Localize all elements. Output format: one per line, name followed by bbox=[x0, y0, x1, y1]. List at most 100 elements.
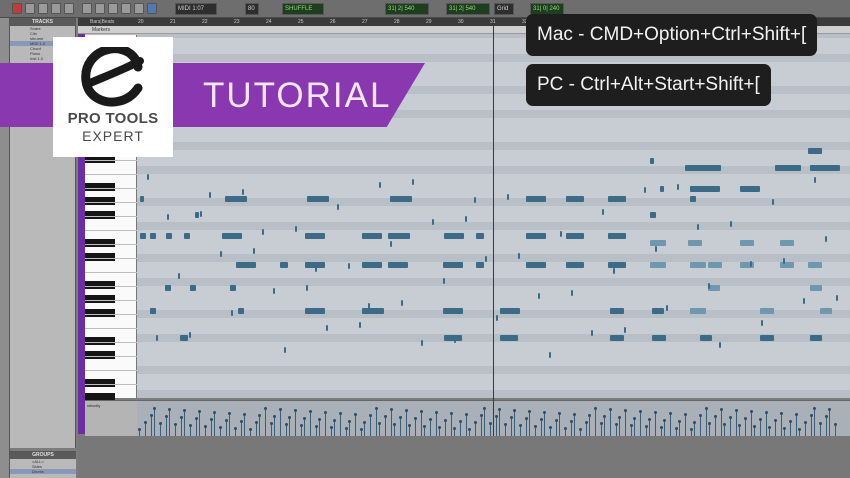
midi-note[interactable] bbox=[326, 325, 328, 331]
midi-note[interactable] bbox=[432, 219, 434, 225]
velocity-stalk[interactable] bbox=[588, 414, 591, 437]
midi-note[interactable] bbox=[810, 335, 822, 341]
midi-note[interactable] bbox=[305, 233, 325, 239]
midi-note[interactable] bbox=[608, 233, 626, 239]
midi-note[interactable] bbox=[140, 233, 146, 239]
velocity-stalk[interactable] bbox=[780, 412, 783, 437]
midi-note[interactable] bbox=[760, 308, 774, 314]
velocity-stalk[interactable] bbox=[819, 422, 822, 437]
midi-track-field[interactable]: MIDI 1:07 bbox=[175, 3, 217, 15]
midi-note[interactable] bbox=[189, 332, 191, 338]
velocity-stalk[interactable] bbox=[810, 414, 813, 437]
midi-note[interactable] bbox=[476, 262, 484, 268]
velocity-stalk[interactable] bbox=[603, 415, 606, 437]
midi-note[interactable] bbox=[526, 233, 546, 239]
midi-note[interactable] bbox=[526, 196, 546, 202]
velocity-stalk[interactable] bbox=[495, 415, 498, 437]
midi-note[interactable] bbox=[178, 273, 180, 279]
midi-note[interactable] bbox=[280, 262, 288, 268]
velocity-stalk[interactable] bbox=[324, 411, 327, 437]
midi-note[interactable] bbox=[677, 184, 679, 190]
velocity-stalk[interactable] bbox=[489, 422, 492, 437]
velocity-stalk[interactable] bbox=[594, 407, 597, 437]
midi-note[interactable] bbox=[253, 248, 255, 254]
midi-note[interactable] bbox=[180, 335, 188, 341]
velocity-stalk[interactable] bbox=[618, 416, 621, 437]
velocity-stalk[interactable] bbox=[450, 412, 453, 437]
midi-note[interactable] bbox=[690, 186, 720, 192]
midi-note[interactable] bbox=[443, 278, 445, 284]
velocity-stalk[interactable] bbox=[525, 417, 528, 437]
midi-note[interactable] bbox=[421, 340, 423, 346]
midi-note[interactable] bbox=[740, 186, 760, 192]
midi-note[interactable] bbox=[401, 300, 403, 306]
velocity-stalk[interactable] bbox=[399, 416, 402, 437]
velocity-stalk[interactable] bbox=[228, 412, 231, 437]
velocity-stalk[interactable] bbox=[465, 413, 468, 437]
midi-note[interactable] bbox=[140, 196, 144, 202]
velocity-stalk[interactable] bbox=[279, 408, 282, 437]
velocity-stalk[interactable] bbox=[828, 408, 831, 437]
velocity-stalk[interactable] bbox=[459, 420, 462, 437]
midi-note[interactable] bbox=[730, 221, 732, 227]
midi-note[interactable] bbox=[652, 335, 666, 341]
velocity-stalk[interactable] bbox=[585, 421, 588, 437]
velocity-stalk[interactable] bbox=[255, 421, 258, 437]
midi-note[interactable] bbox=[225, 196, 247, 202]
midi-note[interactable] bbox=[388, 233, 410, 239]
midi-note[interactable] bbox=[719, 342, 721, 348]
velocity-stalk[interactable] bbox=[273, 415, 276, 437]
velocity-stalk[interactable] bbox=[510, 416, 513, 437]
velocity-stalk[interactable] bbox=[528, 410, 531, 437]
midi-note[interactable] bbox=[820, 308, 832, 314]
midi-note[interactable] bbox=[650, 262, 666, 268]
midi-note[interactable] bbox=[315, 266, 317, 272]
velocity-stalk[interactable] bbox=[210, 418, 213, 437]
midi-note[interactable] bbox=[526, 262, 546, 268]
midi-note[interactable] bbox=[783, 258, 785, 264]
midi-note[interactable] bbox=[836, 295, 838, 301]
midi-note[interactable] bbox=[690, 196, 696, 202]
velocity-stalk[interactable] bbox=[318, 418, 321, 437]
midi-note[interactable] bbox=[305, 308, 325, 314]
velocity-stalk[interactable] bbox=[693, 421, 696, 437]
midi-note[interactable] bbox=[166, 233, 172, 239]
midi-note[interactable] bbox=[761, 320, 763, 326]
midi-note[interactable] bbox=[165, 285, 171, 291]
midi-note[interactable] bbox=[362, 233, 382, 239]
velocity-stalk[interactable] bbox=[678, 420, 681, 437]
velocity-stalk[interactable] bbox=[663, 419, 666, 437]
velocity-stalk[interactable] bbox=[198, 410, 201, 437]
midi-note[interactable] bbox=[566, 262, 584, 268]
midi-note[interactable] bbox=[150, 233, 156, 239]
midi-note[interactable] bbox=[775, 165, 801, 171]
midi-note[interactable] bbox=[147, 174, 149, 180]
mode-button-2[interactable] bbox=[38, 3, 48, 14]
midi-note[interactable] bbox=[690, 262, 706, 268]
velocity-stalk[interactable] bbox=[405, 409, 408, 437]
midi-note[interactable] bbox=[825, 236, 827, 242]
black-key[interactable] bbox=[85, 197, 115, 205]
mode-button-3[interactable] bbox=[51, 3, 61, 14]
midi-note[interactable] bbox=[708, 262, 722, 268]
main-counter[interactable]: 31| 2| 540 bbox=[385, 3, 429, 15]
shuffle-field[interactable]: SHUFFLE bbox=[282, 3, 324, 15]
midi-note[interactable] bbox=[549, 352, 551, 358]
midi-note[interactable] bbox=[780, 240, 794, 246]
selector-tool-button[interactable] bbox=[108, 3, 118, 14]
velocity-stalk[interactable] bbox=[375, 407, 378, 437]
velocity-stalk[interactable] bbox=[759, 418, 762, 437]
velocity-stalk[interactable] bbox=[420, 410, 423, 437]
velocity-stalk[interactable] bbox=[498, 408, 501, 437]
midi-note[interactable] bbox=[306, 285, 308, 291]
velocity-stalk[interactable] bbox=[744, 417, 747, 437]
velocity-stalk[interactable] bbox=[714, 415, 717, 437]
midi-note[interactable] bbox=[307, 196, 329, 202]
midi-note[interactable] bbox=[760, 335, 774, 341]
velocity-stalk[interactable] bbox=[795, 413, 798, 437]
velocity-stalk[interactable] bbox=[669, 412, 672, 437]
pencil-tool-button[interactable] bbox=[147, 3, 157, 14]
midi-note[interactable] bbox=[362, 262, 382, 268]
midi-note[interactable] bbox=[652, 308, 664, 314]
midi-note[interactable] bbox=[231, 310, 233, 316]
